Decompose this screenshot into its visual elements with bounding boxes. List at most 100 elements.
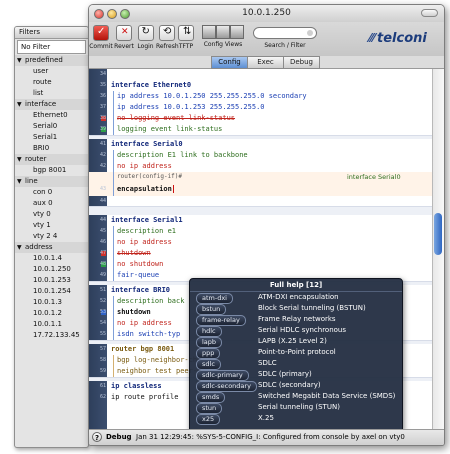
help-item[interactable]: lapb LAPB (X.25 Level 2) bbox=[190, 336, 402, 348]
filter-item[interactable]: user bbox=[15, 66, 88, 77]
revert-button[interactable]: Revert bbox=[113, 25, 135, 50]
tab-debug[interactable]: Debug bbox=[283, 56, 320, 69]
tab-config[interactable]: Config bbox=[211, 56, 248, 69]
help-item[interactable]: atm-dxi ATM-DXI encapsulation bbox=[190, 292, 402, 304]
filter-item[interactable]: 10.0.1.2 bbox=[15, 308, 88, 319]
filter-item[interactable]: 10.0.1.4 bbox=[15, 253, 88, 264]
telconi-logo-icon: ⁄⁄⁄ bbox=[369, 31, 376, 45]
help-item-description: Serial tunneling (STUN) bbox=[258, 403, 340, 411]
editor-line[interactable]: 44 bbox=[89, 196, 432, 206]
main-window: 10.0.1.250 Commit Revert Login Refresh T… bbox=[88, 4, 445, 446]
help-item[interactable]: sdlc-primary SDLC (primary) bbox=[190, 369, 402, 381]
filter-item[interactable]: 10.0.1.254 bbox=[15, 286, 88, 297]
window-title: 10.0.1.250 bbox=[242, 8, 291, 18]
disclosure-triangle-icon[interactable]: ▼ bbox=[17, 99, 25, 110]
filter-group-label: line bbox=[25, 177, 38, 185]
line-number: 34 bbox=[99, 71, 106, 77]
editor-line[interactable]: 37 ip address 10.0.1.253 255.255.255.0 bbox=[89, 102, 432, 113]
filter-item[interactable]: vty 1 bbox=[15, 220, 88, 231]
help-item[interactable]: sdlc-secondary SDLC (secondary) bbox=[190, 380, 402, 392]
config-view-2-icon[interactable] bbox=[216, 25, 230, 39]
filter-item[interactable]: Serial0 bbox=[15, 121, 88, 132]
tab-exec[interactable]: Exec bbox=[247, 56, 284, 69]
editor-scrollbar[interactable] bbox=[432, 69, 444, 430]
help-item[interactable]: x25 X.25 bbox=[190, 413, 402, 425]
filter-group[interactable]: ▼ interface bbox=[15, 99, 88, 110]
filter-item[interactable]: 10.0.1.3 bbox=[15, 297, 88, 308]
tftp-button[interactable]: TFTP bbox=[178, 25, 194, 50]
editor-input-line[interactable]: 43 encapsulation bbox=[89, 182, 432, 196]
config-editor[interactable]: 34 35 interface Ethernet0 36 ip address 10… bbox=[89, 69, 444, 430]
line-number: 54 bbox=[99, 320, 106, 326]
help-item[interactable]: ppp Point-to-Point protocol bbox=[190, 347, 402, 359]
filter-group[interactable]: ▼ line bbox=[15, 176, 88, 187]
editor-line[interactable]: 41 interface Serial0 bbox=[89, 139, 432, 150]
help-item[interactable]: frame-relay Frame Relay networks bbox=[190, 314, 402, 326]
help-item-description: Switched Megabit Data Service (SMDS) bbox=[258, 392, 396, 400]
help-item[interactable]: stun Serial tunneling (STUN) bbox=[190, 402, 402, 414]
filter-item[interactable]: Serial1 bbox=[15, 132, 88, 143]
filter-item[interactable]: route bbox=[15, 77, 88, 88]
line-text: interface Serial1 bbox=[111, 216, 183, 224]
filter-item[interactable]: aux 0 bbox=[15, 198, 88, 209]
login-button[interactable]: Login bbox=[135, 25, 156, 50]
config-views-control[interactable]: Config Views bbox=[200, 25, 246, 48]
toolbar-toggle-button[interactable] bbox=[421, 9, 438, 17]
line-text: router bgp 8001 bbox=[111, 345, 175, 353]
editor-line[interactable]: 42 no ip address bbox=[89, 161, 432, 172]
line-number: 58 bbox=[99, 357, 106, 363]
commit-button[interactable]: Commit bbox=[89, 25, 113, 50]
editor-line[interactable]: 46 no ip address bbox=[89, 237, 432, 248]
line-number: 35 bbox=[99, 82, 106, 88]
editor-line[interactable]: 45 description e1 bbox=[89, 226, 432, 237]
help-item[interactable]: bstun Block Serial tunneling (BSTUN) bbox=[190, 303, 402, 315]
search-input[interactable] bbox=[253, 27, 317, 39]
revert-label: Revert bbox=[114, 43, 134, 50]
telconi-logo: ⁄⁄⁄ telconi bbox=[369, 31, 427, 46]
editor-line[interactable]: 38 no logging event link-status bbox=[89, 113, 432, 124]
filter-group[interactable]: ▼ router bbox=[15, 154, 88, 165]
help-item[interactable]: hdlc Serial HDLC synchronous bbox=[190, 325, 402, 337]
help-item[interactable]: sdlc SDLC bbox=[190, 358, 402, 370]
filter-item[interactable]: bgp 8001 bbox=[15, 165, 88, 176]
editor-line[interactable]: 35 interface Ethernet0 bbox=[89, 80, 432, 91]
help-icon[interactable]: ? bbox=[92, 432, 102, 442]
line-number: 42 bbox=[99, 152, 106, 158]
editor-line[interactable]: 47 shutdown bbox=[89, 248, 432, 259]
disclosure-triangle-icon[interactable]: ▼ bbox=[17, 154, 25, 165]
disclosure-triangle-icon[interactable]: ▼ bbox=[17, 55, 25, 66]
filter-group[interactable]: ▼ predefined bbox=[15, 55, 88, 66]
filter-group-label: interface bbox=[25, 100, 57, 108]
filter-group[interactable]: ▼ address bbox=[15, 242, 88, 253]
filter-item[interactable]: 10.0.1.1 bbox=[15, 319, 88, 330]
no-filter-item[interactable]: No Filter bbox=[17, 40, 86, 54]
filter-item[interactable]: 10.0.1.253 bbox=[15, 275, 88, 286]
editor-line[interactable]: 39 logging event link-status bbox=[89, 124, 432, 135]
input-line-text[interactable]: encapsulation bbox=[113, 182, 174, 196]
filter-item[interactable]: vty 2 4 bbox=[15, 231, 88, 242]
title-bar[interactable]: 10.0.1.250 bbox=[89, 5, 444, 22]
editor-line[interactable]: 34 bbox=[89, 69, 432, 80]
filter-item[interactable]: vty 0 bbox=[15, 209, 88, 220]
filter-item[interactable]: 17.72.133.45 bbox=[15, 330, 88, 341]
filter-item[interactable]: BRI0 bbox=[15, 143, 88, 154]
filter-item[interactable]: 10.0.1.250 bbox=[15, 264, 88, 275]
config-view-1-icon[interactable] bbox=[202, 25, 216, 39]
disclosure-triangle-icon[interactable]: ▼ bbox=[17, 242, 25, 253]
editor-line[interactable]: 44 interface Serial1 bbox=[89, 215, 432, 226]
line-text: ip address 10.0.1.250 255.255.255.0 seco… bbox=[113, 91, 307, 102]
scrollbar-thumb[interactable] bbox=[434, 213, 442, 255]
config-view-3-icon[interactable] bbox=[230, 25, 244, 39]
filter-item[interactable]: con 0 bbox=[15, 187, 88, 198]
help-item-description: SDLC bbox=[258, 359, 277, 367]
refresh-button[interactable]: Refresh bbox=[156, 25, 179, 50]
filter-item[interactable]: list bbox=[15, 88, 88, 99]
help-item-description: X.25 bbox=[258, 414, 274, 422]
editor-line[interactable]: 42 description E1 link to backbone bbox=[89, 150, 432, 161]
help-item[interactable]: smds Switched Megabit Data Service (SMDS) bbox=[190, 391, 402, 403]
line-number: 39 bbox=[99, 126, 106, 132]
filter-item[interactable]: Ethernet0 bbox=[15, 110, 88, 121]
editor-line[interactable]: 48 no shutdown bbox=[89, 259, 432, 270]
editor-line[interactable]: 36 ip address 10.0.1.250 255.255.255.0 se… bbox=[89, 91, 432, 102]
disclosure-triangle-icon[interactable]: ▼ bbox=[17, 176, 25, 187]
